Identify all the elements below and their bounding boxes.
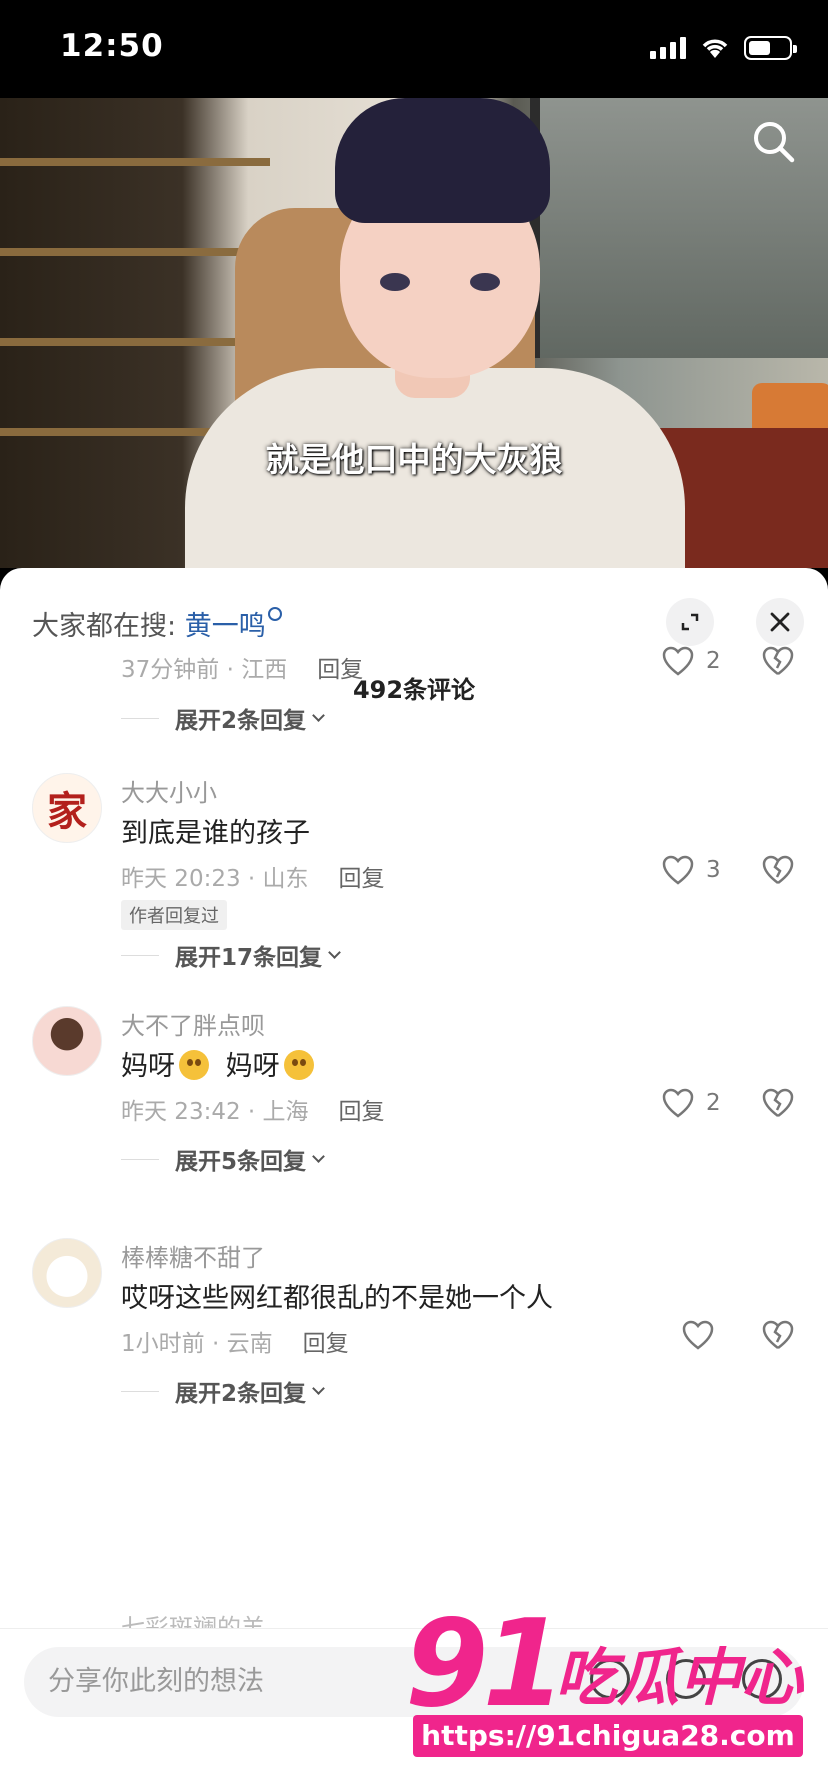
heart-icon (682, 1320, 714, 1350)
expand-replies-label: 展开5条回复 (175, 1149, 307, 1175)
comment-text: 哎呀这些网红都很乱的不是她一个人 (121, 1283, 553, 1314)
comment-meta: 1小时前 · 云南 回复 (121, 1324, 349, 1358)
heart-icon (662, 646, 694, 676)
small-search-icon (267, 607, 282, 621)
wifi-icon (702, 39, 728, 58)
watermark: 91 吃瓜中心 https://91chigua28.com (405, 1605, 815, 1765)
watermark-text: 吃瓜中心 (555, 1641, 804, 1714)
status-icons (650, 36, 797, 60)
close-button[interactable] (756, 598, 804, 646)
reply-button[interactable]: 回复 (339, 866, 385, 892)
expand-replies-button[interactable]: 展开2条回复 (121, 1374, 325, 1408)
close-icon (770, 612, 790, 632)
video-player[interactable]: 就是他口中的大灰狼 (0, 98, 828, 568)
avatar[interactable]: 家 (32, 773, 102, 843)
avatar[interactable] (32, 1006, 102, 1076)
comment-time-location: 37分钟前 · 江西 (121, 657, 288, 683)
trending-search[interactable]: 大家都在搜: 黄一鸣 (32, 604, 282, 643)
author-replied-badge: 作者回复过 (121, 900, 227, 930)
comment-username[interactable]: 大不了胖点呗 (121, 1006, 265, 1041)
expand-replies-label: 展开2条回复 (175, 708, 307, 734)
comment-username[interactable]: 棒棒糖不甜了 (121, 1238, 265, 1273)
expand-icon (681, 613, 699, 631)
expand-replies-label: 展开17条回复 (175, 945, 323, 971)
broken-heart-icon[interactable] (762, 855, 794, 885)
expand-button[interactable] (666, 598, 714, 646)
signal-icon (650, 37, 686, 59)
broken-heart-icon[interactable] (762, 646, 794, 676)
comment-text: 妈呀 妈呀 (121, 1044, 314, 1083)
chevron-down-icon (328, 945, 341, 959)
expand-replies-button[interactable]: 展开17条回复 (121, 938, 341, 972)
broken-heart-icon[interactable] (762, 1088, 794, 1118)
search-icon[interactable] (750, 118, 796, 164)
reply-button[interactable]: 回复 (317, 657, 363, 683)
status-time: 12:50 (60, 28, 164, 64)
trending-search-keyword[interactable]: 黄一鸣 (185, 611, 266, 642)
reply-button[interactable]: 回复 (303, 1331, 349, 1357)
comment-text: 到底是谁的孩子 (121, 818, 310, 849)
status-bar: 12:50 (0, 0, 828, 98)
chevron-down-icon (312, 708, 325, 722)
like-button[interactable]: 2 (662, 646, 721, 676)
comment-text-part: 妈呀 (121, 1051, 175, 1082)
watermark-number: 91 (405, 1595, 566, 1734)
chevron-down-icon (312, 1381, 325, 1395)
comment-time-location: 1小时前 · 云南 (121, 1331, 273, 1357)
avatar[interactable] (32, 1238, 102, 1308)
battery-icon (744, 36, 797, 60)
comment-text-part: 妈呀 (225, 1051, 280, 1082)
watermark-url: https://91chigua28.com (413, 1715, 803, 1757)
expand-replies-label: 展开2条回复 (175, 1381, 307, 1407)
broken-heart-icon[interactable] (762, 1320, 794, 1350)
comment-time-location: 昨天 23:42 · 上海 (121, 1099, 309, 1125)
like-button[interactable] (682, 1320, 726, 1350)
trending-search-prefix: 大家都在搜: (32, 611, 177, 642)
surprised-emoji-icon (179, 1050, 209, 1080)
comment-username[interactable]: 大大小小 (121, 773, 217, 808)
video-subtitle: 就是他口中的大灰狼 (265, 440, 563, 479)
comment-meta: 37分钟前 · 江西 回复 (121, 650, 363, 684)
comment-meta: 昨天 23:42 · 上海 回复 (121, 1092, 385, 1126)
like-count: 2 (706, 648, 721, 674)
reply-button[interactable]: 回复 (339, 1099, 385, 1125)
expand-replies-button[interactable]: 展开2条回复 (121, 701, 325, 735)
avatar-text: 家 (47, 788, 87, 835)
heart-icon (662, 855, 694, 885)
comment-time-location: 昨天 20:23 · 山东 (121, 866, 309, 892)
like-count: 3 (706, 857, 721, 883)
like-button[interactable]: 3 (662, 855, 721, 885)
heart-icon (662, 1088, 694, 1118)
like-button[interactable]: 2 (662, 1088, 721, 1118)
expand-replies-button[interactable]: 展开5条回复 (121, 1142, 325, 1176)
surprised-emoji-icon (283, 1050, 314, 1080)
like-count: 2 (706, 1090, 721, 1116)
comment-meta: 昨天 20:23 · 山东 回复 (121, 859, 385, 893)
chevron-down-icon (312, 1149, 325, 1163)
